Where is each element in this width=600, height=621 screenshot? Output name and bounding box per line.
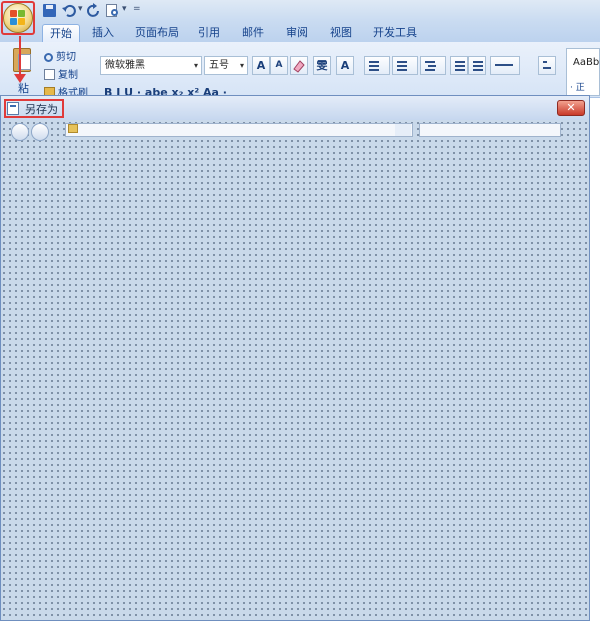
close-button[interactable]: ✕ [557, 100, 585, 116]
character-border-button[interactable]: A [336, 56, 354, 75]
increase-indent-icon[interactable] [468, 56, 486, 75]
tab-view[interactable]: 视图 [324, 24, 358, 42]
tab-mailings[interactable]: 邮件 [236, 24, 270, 42]
numbering-icon[interactable] [392, 56, 418, 75]
annotation-arrow-line [19, 36, 21, 76]
tab-home[interactable]: 开始 [42, 24, 80, 42]
print-preview-icon[interactable] [104, 3, 120, 19]
tab-developer[interactable]: 开发工具 [368, 24, 422, 42]
sort-icon[interactable] [538, 56, 556, 75]
annotation-highlight-dialog-title [4, 99, 64, 118]
font-name-dropdown[interactable]: 微软雅黑 ▾ [100, 56, 202, 75]
address-dropdown-button[interactable] [395, 124, 411, 136]
search-input[interactable] [419, 123, 561, 137]
customize-qat-icon[interactable]: = [133, 4, 141, 16]
font-size-dropdown[interactable]: 五号 ▾ [204, 56, 248, 75]
quick-access-toolbar: ▾ ▾ = [0, 0, 600, 22]
dialog-titlebar[interactable]: 另存为 ✕ [1, 96, 589, 120]
copy-icon [44, 69, 55, 80]
style-preview-label: AaBb [573, 57, 600, 68]
undo-icon[interactable] [61, 3, 77, 19]
font-size-value: 五号 [209, 60, 229, 71]
copy-button[interactable]: 复制 [44, 66, 78, 81]
shrink-font-button[interactable]: A [270, 56, 288, 75]
annotation-arrow-head [14, 74, 26, 83]
multilevel-list-icon[interactable] [420, 56, 446, 75]
print-dropdown-icon[interactable]: ▾ [122, 4, 127, 14]
style-normal-label: · 正 [570, 83, 585, 93]
back-button[interactable] [11, 123, 29, 141]
chevron-down-icon: ▾ [193, 61, 198, 70]
undo-dropdown-icon[interactable]: ▾ [78, 4, 83, 14]
chevron-down-icon: ▾ [239, 61, 244, 70]
cut-button[interactable]: 剪切 [44, 48, 76, 63]
decrease-indent-icon[interactable] [450, 56, 468, 75]
bullets-icon[interactable] [364, 56, 390, 75]
grow-font-button[interactable]: A [252, 56, 270, 75]
folder-icon [68, 124, 78, 133]
tab-references[interactable]: 引用 [192, 24, 226, 42]
asian-layout-icon[interactable] [490, 56, 520, 75]
address-bar[interactable] [65, 123, 413, 137]
phonetic-guide-button[interactable]: 雯 [313, 56, 331, 75]
copy-label: 复制 [58, 70, 78, 81]
forward-button[interactable] [31, 123, 49, 141]
font-name-value: 微软雅黑 [105, 60, 145, 71]
dialog-body [1, 120, 589, 620]
tab-review[interactable]: 审阅 [280, 24, 314, 42]
clear-format-icon[interactable] [290, 56, 308, 75]
scissors-icon [44, 53, 53, 62]
annotation-highlight-office-button [1, 1, 35, 35]
ribbon-tabs: 开始 插入 页面布局 引用 邮件 审阅 视图 开发工具 [0, 22, 600, 42]
paste-button[interactable]: 粘贴 [8, 46, 38, 111]
save-icon[interactable] [42, 3, 58, 19]
redo-icon[interactable] [86, 3, 102, 19]
tab-page-layout[interactable]: 页面布局 [130, 24, 184, 42]
save-as-dialog: 另存为 ✕ [0, 95, 590, 621]
tab-insert[interactable]: 插入 [86, 24, 120, 42]
cut-label: 剪切 [56, 52, 76, 63]
